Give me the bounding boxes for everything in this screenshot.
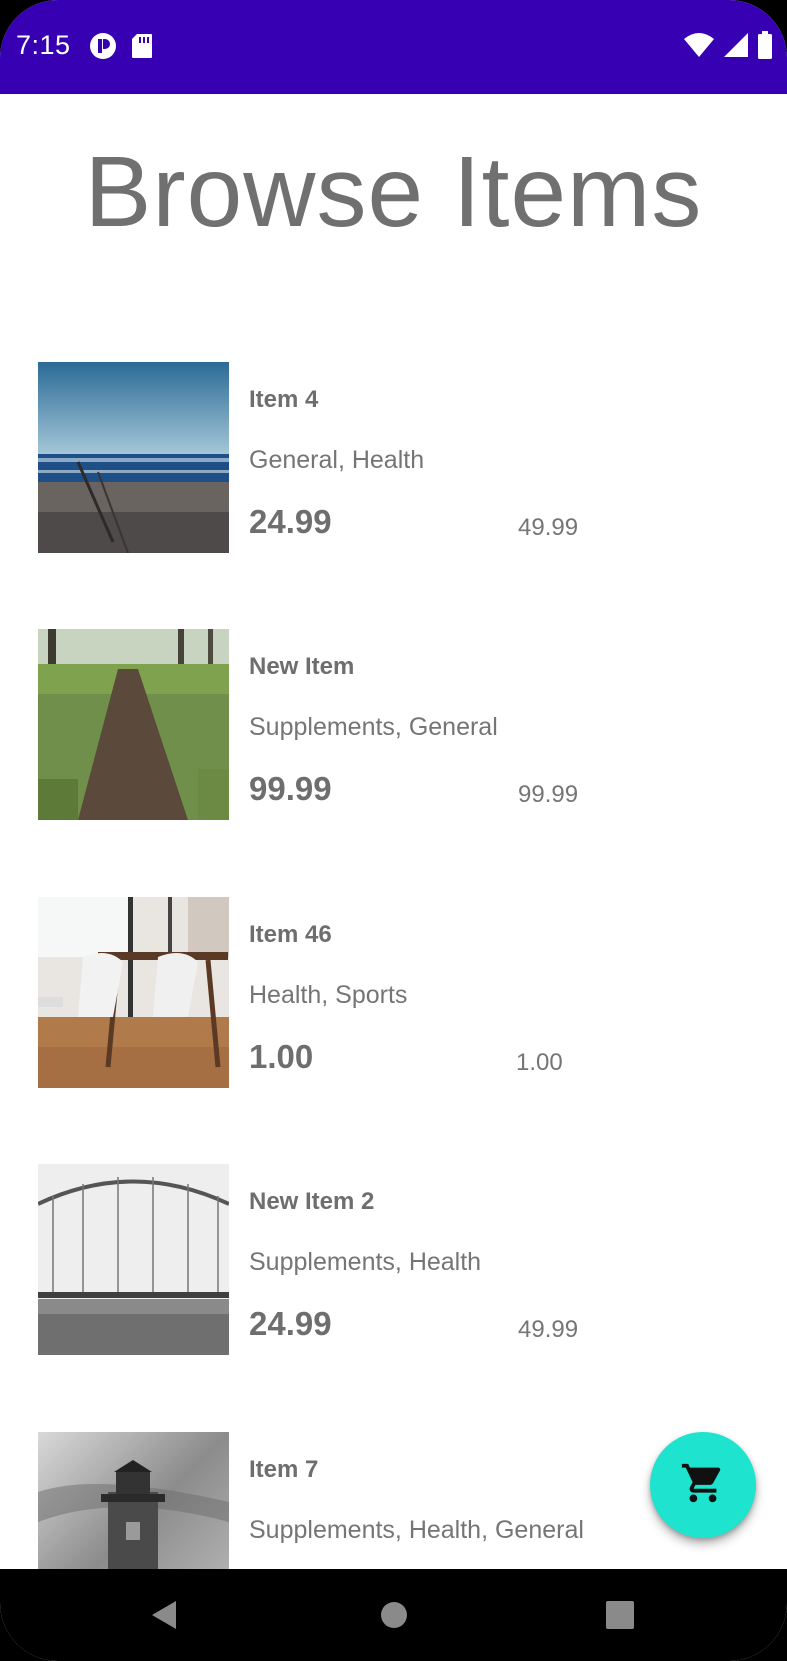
- battery-icon: [757, 31, 773, 64]
- list-item[interactable]: Item 46 Health, Sports 1.00 1.00: [0, 897, 787, 1088]
- cell-signal-icon: [723, 32, 749, 63]
- status-bar: 7:15: [0, 0, 787, 94]
- item-original-price: 49.99: [518, 1316, 579, 1343]
- forest-path-photo: [38, 629, 229, 820]
- item-thumbnail: [38, 1432, 229, 1569]
- phone-screen: 7:15 Browse Items Item 4 General, Health…: [0, 0, 787, 1661]
- navigation-bar: [0, 1569, 787, 1661]
- item-name: New Item: [249, 653, 355, 680]
- status-time: 7:15: [16, 30, 71, 60]
- item-name: Item 4: [249, 386, 319, 413]
- item-categories: Supplements, Health, General: [249, 1516, 584, 1544]
- home-icon[interactable]: [380, 1599, 408, 1636]
- item-price: 24.99: [249, 503, 332, 540]
- item-thumbnail: [38, 362, 229, 553]
- item-thumbnail: [38, 1164, 229, 1355]
- cart-button[interactable]: [650, 1432, 756, 1538]
- shopping-cart-icon: [680, 1460, 726, 1511]
- item-name: Item 7: [249, 1456, 319, 1483]
- item-name: New Item 2: [249, 1188, 375, 1215]
- item-categories: Supplements, Health: [249, 1248, 482, 1276]
- dining-room-photo: [38, 897, 229, 1088]
- sd-card-icon: [131, 33, 153, 64]
- recents-icon[interactable]: [605, 1599, 635, 1636]
- back-icon[interactable]: [150, 1599, 178, 1636]
- item-thumbnail: [38, 897, 229, 1088]
- item-price: 1.00: [249, 1038, 314, 1075]
- list-item[interactable]: Item 4 General, Health 24.99 49.99: [0, 362, 787, 553]
- page-title: Browse Items: [84, 136, 703, 248]
- list-item[interactable]: New Item Supplements, General 99.99 99.9…: [0, 629, 787, 820]
- list-item[interactable]: New Item 2 Supplements, Health 24.99 49.…: [0, 1164, 787, 1355]
- item-original-price: 49.99: [518, 514, 579, 541]
- item-name: Item 46: [249, 921, 332, 948]
- wifi-icon: [683, 32, 715, 63]
- item-categories: Supplements, General: [249, 713, 498, 741]
- beach-photo: [38, 362, 229, 553]
- item-thumbnail: [38, 629, 229, 820]
- item-original-price: 1.00: [516, 1049, 563, 1076]
- item-original-price: 99.99: [518, 781, 579, 808]
- item-price: 99.99: [249, 770, 332, 807]
- bridge-photo: [38, 1164, 229, 1355]
- item-categories: General, Health: [249, 446, 425, 474]
- item-categories: Health, Sports: [249, 981, 408, 1009]
- item-price: 24.99: [249, 1305, 332, 1342]
- app-notification-icon: [89, 32, 117, 65]
- lighthouse-photo: [38, 1432, 229, 1569]
